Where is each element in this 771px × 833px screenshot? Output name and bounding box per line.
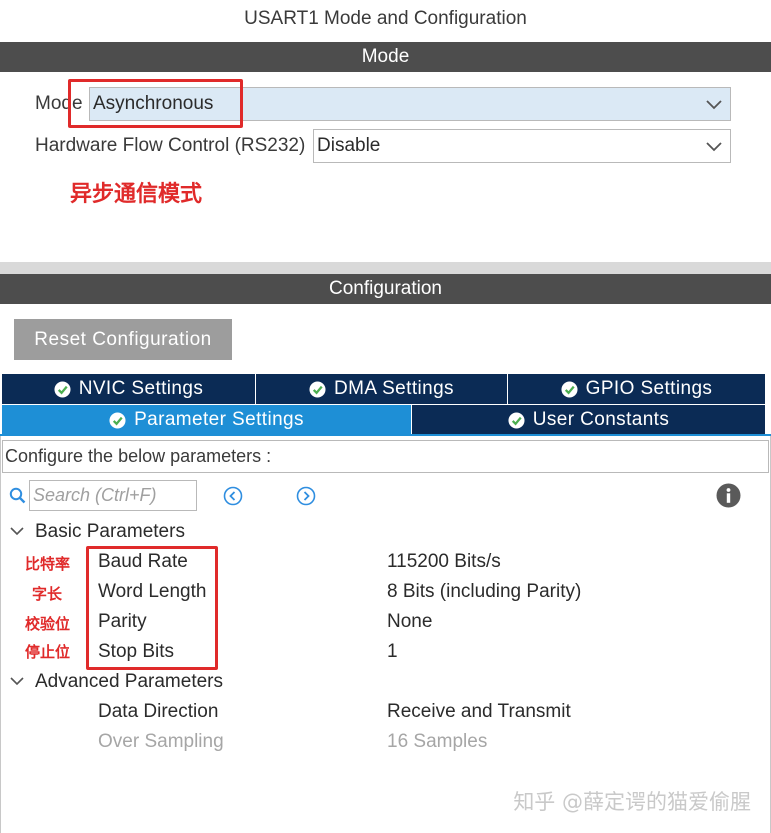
- tab-parameter-settings[interactable]: Parameter Settings: [2, 405, 412, 435]
- previous-circle-icon[interactable]: [223, 486, 243, 506]
- tabs-row-2: Parameter Settings User Constants: [2, 404, 765, 435]
- param-value-word-length[interactable]: 8 Bits (including Parity): [387, 581, 581, 603]
- mode-section-header: Mode: [0, 42, 771, 72]
- watermark: 知乎 @薛定谔的猫爱偷腥: [513, 790, 751, 814]
- reset-configuration-button[interactable]: Reset Configuration: [14, 319, 232, 360]
- tab-gpio-settings[interactable]: GPIO Settings: [508, 374, 765, 404]
- window-title: USART1 Mode and Configuration: [244, 8, 527, 29]
- configuration-section-header: Configuration: [0, 274, 771, 304]
- chevron-down-icon: [706, 100, 722, 110]
- tab-label: User Constants: [532, 409, 670, 430]
- tabs-row-1: NVIC Settings DMA Settings GPIO Settings: [2, 374, 765, 404]
- word-length-annotation: 字长: [32, 585, 63, 603]
- mode-annotation-box: [68, 79, 243, 128]
- param-value-over-sampling: 16 Samples: [387, 731, 488, 752]
- chevron-down-icon[interactable]: [10, 526, 24, 536]
- tab-user-constants[interactable]: User Constants: [412, 405, 765, 435]
- section-divider: [0, 262, 771, 274]
- search-icon[interactable]: [9, 487, 26, 504]
- flow-control-label: Hardware Flow Control (RS232): [35, 135, 306, 156]
- tab-label: Parameter Settings: [134, 409, 304, 430]
- tab-label: NVIC Settings: [78, 378, 204, 399]
- check-circle-icon: [54, 380, 71, 398]
- tab-dma-settings[interactable]: DMA Settings: [256, 374, 508, 404]
- stop-bits-annotation: 停止位: [25, 643, 71, 661]
- param-value-stop-bits[interactable]: 1: [387, 641, 398, 663]
- basic-parameters-annotation-box: [86, 546, 218, 670]
- parity-annotation: 校验位: [25, 615, 71, 633]
- check-circle-icon: [109, 411, 126, 429]
- check-circle-icon: [508, 411, 525, 429]
- chevron-down-icon[interactable]: [10, 676, 24, 686]
- param-value-data-direction[interactable]: Receive and Transmit: [387, 701, 571, 723]
- tab-label: GPIO Settings: [585, 378, 713, 399]
- baud-rate-annotation: 比特率: [25, 555, 71, 573]
- info-icon[interactable]: [716, 483, 741, 508]
- search-input[interactable]: Search (Ctrl+F): [29, 480, 197, 511]
- param-value-baud-rate[interactable]: 115200 Bits/s: [387, 551, 501, 573]
- flow-control-select-value: Disable: [317, 135, 381, 156]
- param-name-over-sampling: Over Sampling: [98, 731, 224, 752]
- next-circle-icon[interactable]: [296, 486, 316, 506]
- chevron-down-icon: [706, 142, 722, 152]
- basic-parameters-group[interactable]: Basic Parameters: [35, 521, 185, 543]
- param-value-parity[interactable]: None: [387, 611, 432, 633]
- param-name-data-direction[interactable]: Data Direction: [98, 701, 218, 723]
- tab-nvic-settings[interactable]: NVIC Settings: [2, 374, 256, 404]
- mode-annotation-text: 异步通信模式: [70, 182, 203, 207]
- configure-hint: Configure the below parameters :: [2, 440, 769, 473]
- check-circle-icon: [309, 380, 326, 398]
- check-circle-icon: [561, 380, 578, 398]
- flow-control-select[interactable]: Disable: [313, 129, 731, 163]
- tab-label: DMA Settings: [334, 378, 454, 399]
- advanced-parameters-group[interactable]: Advanced Parameters: [35, 671, 223, 693]
